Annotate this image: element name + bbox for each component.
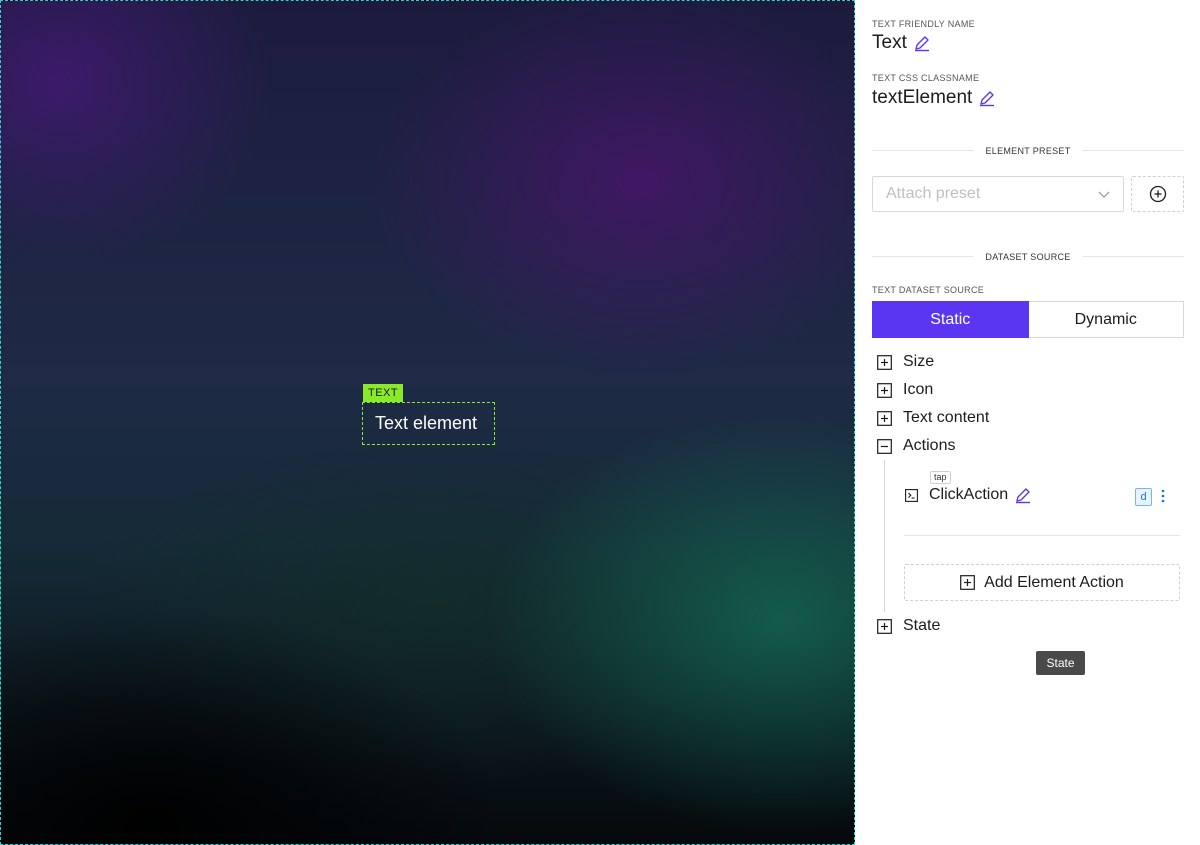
more-vertical-icon[interactable] <box>1158 487 1168 505</box>
friendly-name-value: Text <box>872 32 907 53</box>
properties-panel: TEXT FRIENDLY NAME Text TEXT CSS CLASSNA… <box>855 0 1200 845</box>
app-root: TEXT Text element TEXT FRIENDLY NAME Tex… <box>0 0 1200 845</box>
friendly-name-label: TEXT FRIENDLY NAME <box>872 19 975 29</box>
chevron-down-icon <box>1098 191 1110 198</box>
plus-square-icon <box>877 354 892 370</box>
dataset-source-heading: DATASET SOURCE <box>985 251 1071 262</box>
attach-preset-placeholder: Attach preset <box>886 185 981 202</box>
dataset-source-divider: DATASET SOURCE <box>872 252 1184 262</box>
tree-item-label: Text content <box>903 409 990 426</box>
add-preset-button[interactable] <box>1131 176 1184 212</box>
tree-item-label: Icon <box>903 381 934 398</box>
action-trigger-badge: tap <box>930 471 951 484</box>
actions-tree-line <box>884 460 885 612</box>
tree-item-state[interactable]: State <box>877 617 940 635</box>
text-dataset-source-label: TEXT DATASET SOURCE <box>872 285 985 295</box>
tree-item-label: Size <box>903 353 935 370</box>
friendly-name-row: Text <box>872 32 931 54</box>
minus-square-icon <box>877 438 892 454</box>
dataset-source-toggle: Static Dynamic <box>872 301 1184 338</box>
css-classname-value: textElement <box>872 87 973 108</box>
pencil-icon[interactable] <box>978 89 996 107</box>
pencil-icon[interactable] <box>1014 486 1032 504</box>
css-classname-label: TEXT CSS CLASSNAME <box>872 73 980 83</box>
plus-square-icon <box>960 575 976 590</box>
plus-circle-icon <box>1149 185 1166 203</box>
pencil-icon[interactable] <box>913 34 931 52</box>
plus-square-icon <box>877 618 892 634</box>
text-element[interactable]: Text element <box>362 402 495 445</box>
element-type-tag: TEXT <box>363 384 404 402</box>
add-element-action-button[interactable]: Add Element Action <box>904 564 1180 601</box>
element-preset-divider: ELEMENT PRESET <box>872 146 1184 156</box>
state-tooltip: State <box>1036 651 1085 675</box>
plus-square-icon <box>877 410 892 426</box>
tree-item-label: State <box>903 617 941 634</box>
design-canvas[interactable]: TEXT Text element <box>0 0 855 845</box>
action-debug-badge[interactable]: d <box>1135 488 1152 506</box>
tree-item-text-content[interactable]: Text content <box>877 409 989 427</box>
tree-item-size[interactable]: Size <box>877 353 934 371</box>
dataset-option-static[interactable]: Static <box>872 301 1029 338</box>
css-classname-row: textElement <box>872 87 996 109</box>
action-name: ClickAction <box>929 486 1009 503</box>
terminal-icon <box>905 488 918 502</box>
tree-item-icon[interactable]: Icon <box>877 381 933 399</box>
add-element-action-label: Add Element Action <box>984 573 1124 591</box>
tree-item-actions[interactable]: Actions <box>877 437 955 455</box>
dataset-option-dynamic[interactable]: Dynamic <box>1028 301 1184 338</box>
attach-preset-select[interactable]: Attach preset <box>872 176 1124 212</box>
actions-separator <box>904 535 1180 536</box>
action-item-clickaction[interactable]: ClickAction <box>905 486 1032 504</box>
tree-item-label: Actions <box>903 437 956 454</box>
plus-square-icon <box>877 382 892 398</box>
element-preset-heading: ELEMENT PRESET <box>985 145 1071 156</box>
